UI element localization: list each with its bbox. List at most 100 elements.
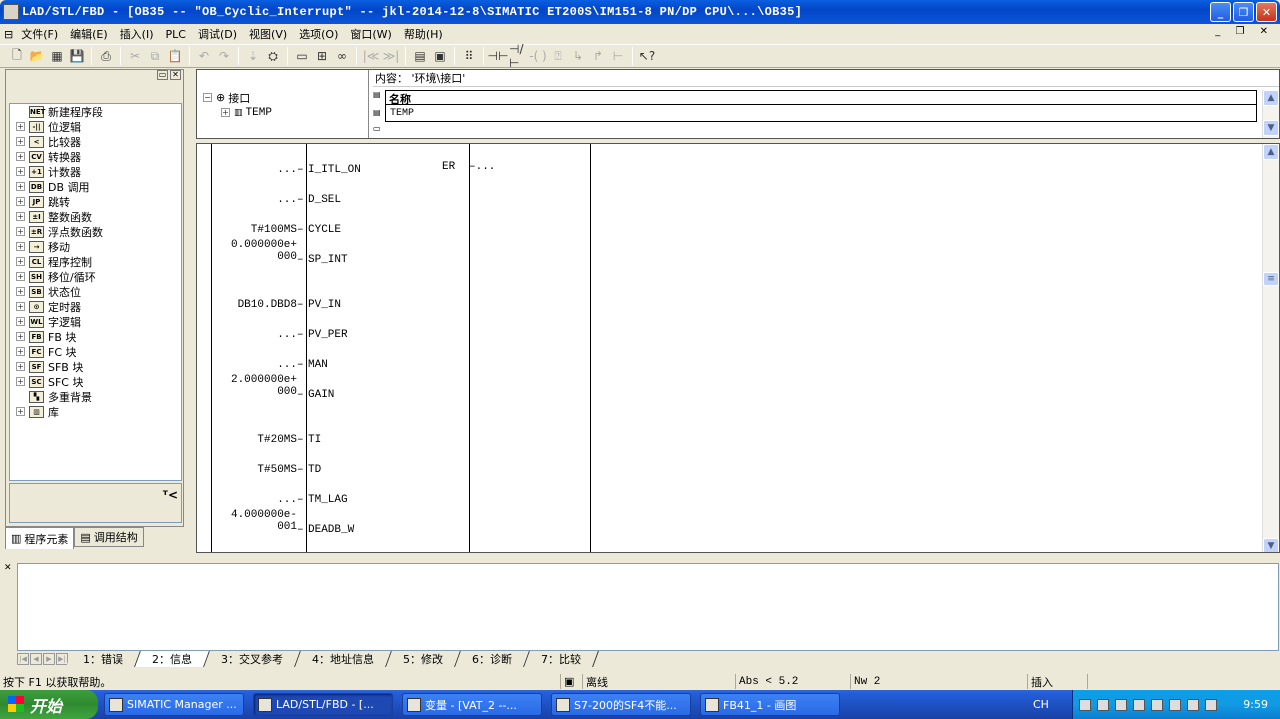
pin-value[interactable]: 4.000000e- 001 — [217, 509, 297, 533]
tree-item[interactable]: + WL 字逻辑 — [10, 314, 181, 329]
minimize-button[interactable]: _ — [1210, 2, 1231, 22]
mdi-child-icon[interactable]: ⊟ — [0, 28, 15, 41]
app-icon[interactable] — [3, 4, 19, 20]
close-button[interactable]: ✕ — [1256, 2, 1277, 22]
pin-value[interactable]: T#100MS — [217, 224, 297, 236]
accessible-nodes-icon[interactable]: ▦ — [48, 47, 66, 65]
scroll-down-icon[interactable]: ▼ — [1263, 120, 1279, 136]
first-tab-icon[interactable]: |◀ — [17, 653, 29, 665]
expand-icon[interactable]: + — [16, 302, 25, 311]
task-variable-table[interactable]: 变量 - [VAT_2 --... — [402, 693, 542, 716]
pin-value[interactable]: ... — [217, 359, 297, 371]
menu-debug[interactable]: 调试(D) — [192, 26, 243, 42]
tree-item[interactable]: + → 移动 — [10, 239, 181, 254]
expand-icon[interactable]: + — [16, 362, 25, 371]
tray-icon[interactable] — [1133, 698, 1145, 711]
cut-icon[interactable]: ✂ — [126, 47, 144, 65]
message-panel-close-icon[interactable]: ✕ — [4, 563, 12, 573]
expand-icon[interactable]: + — [16, 152, 25, 161]
overview-icon[interactable]: ▭ — [293, 47, 311, 65]
expand-icon[interactable]: + — [16, 182, 25, 191]
tab-errors[interactable]: 1：错误 — [66, 651, 141, 667]
tree-item[interactable]: + < 比较器 — [10, 134, 181, 149]
pin-value[interactable]: T#20MS — [217, 434, 297, 446]
scroll-up-icon[interactable]: ▲ — [1263, 90, 1279, 106]
pin-value[interactable]: ... — [217, 329, 297, 341]
paste-icon[interactable]: 📋 — [166, 47, 184, 65]
details-icon[interactable]: ▣ — [431, 47, 449, 65]
pin-value[interactable]: ... — [217, 494, 297, 506]
copy-icon[interactable]: ⧉ — [146, 47, 164, 65]
expand-icon[interactable]: + — [16, 197, 25, 206]
interface-scrollbar[interactable]: ▲ ▼ — [1262, 90, 1279, 138]
column-header-name[interactable]: 名称 — [385, 90, 1257, 106]
tree-item[interactable]: NET 新建程序段 — [10, 104, 181, 119]
next-tab-icon[interactable]: ▶ — [43, 653, 55, 665]
save-icon[interactable]: 💾 — [68, 47, 86, 65]
interface-row-temp[interactable]: TEMP — [385, 105, 1257, 122]
tab-diagnostics[interactable]: 6：诊断 — [455, 651, 530, 667]
code-scrollbar[interactable]: ▲ ≡ ▼ — [1262, 144, 1279, 552]
expand-icon[interactable]: + — [16, 347, 25, 356]
menu-insert[interactable]: 插入(I) — [114, 26, 160, 42]
mdi-window-controls[interactable]: _ ❐ ✕ — [1215, 26, 1274, 37]
empty-box-icon[interactable]: ⍰ — [549, 47, 567, 65]
expand-icon[interactable]: + — [16, 212, 25, 221]
pin-value[interactable]: ... — [217, 164, 297, 176]
print-icon[interactable]: ⎙ — [97, 47, 115, 65]
network-icon[interactable]: ⊞ — [313, 47, 331, 65]
tree-item[interactable]: + FC FC 块 — [10, 344, 181, 359]
normally-closed-contact-icon[interactable]: ⊣/⊢ — [509, 42, 527, 70]
pin-value[interactable]: T#50MS — [217, 464, 297, 476]
coil-icon[interactable]: -( ) — [529, 47, 547, 65]
tree-item[interactable]: + FB FB 块 — [10, 329, 181, 344]
tree-item[interactable]: + ▥ 库 — [10, 404, 181, 419]
tree-item[interactable]: + -|| 位逻辑 — [10, 119, 181, 134]
expand-icon[interactable]: + — [16, 137, 25, 146]
tree-item[interactable]: + SB 状态位 — [10, 284, 181, 299]
tray-icon[interactable] — [1187, 698, 1199, 711]
menu-view[interactable]: 视图(V) — [243, 26, 293, 42]
connection-icon[interactable]: ⊢ — [609, 47, 627, 65]
menu-window[interactable]: 窗口(W) — [344, 26, 397, 42]
tree-item[interactable]: + JP 跳转 — [10, 194, 181, 209]
tray-icon[interactable] — [1079, 698, 1091, 711]
collapse-icon[interactable]: − — [203, 93, 212, 102]
tree-item[interactable]: + DB DB 调用 — [10, 179, 181, 194]
expand-icon[interactable]: + — [16, 317, 25, 326]
panel-pin-icon[interactable]: ▭ — [157, 70, 168, 80]
task-simatic-manager[interactable]: SIMATIC Manager ... — [104, 693, 244, 716]
tray-icon[interactable] — [1151, 698, 1163, 711]
tree-item[interactable]: + ±I 整数函数 — [10, 209, 181, 224]
new-icon[interactable]: 🗋 — [8, 47, 26, 65]
tab-program-elements[interactable]: ▥ 程序元素 — [5, 527, 75, 549]
prev-tab-icon[interactable]: ◀ — [30, 653, 42, 665]
expand-icon[interactable]: + — [16, 122, 25, 131]
tree-item[interactable]: + SC SFC 块 — [10, 374, 181, 389]
menu-edit[interactable]: 编辑(E) — [64, 26, 114, 42]
restore-button[interactable]: ❐ — [1233, 2, 1254, 22]
menu-options[interactable]: 选项(O) — [293, 26, 344, 42]
tray-icon[interactable] — [1097, 698, 1109, 711]
next-network-icon[interactable]: ≫| — [382, 47, 400, 65]
tree-item[interactable]: + SF SFB 块 — [10, 359, 181, 374]
close-branch-icon[interactable]: ↱ — [589, 47, 607, 65]
panel-close-icon[interactable]: ✕ — [170, 70, 181, 80]
expand-icon[interactable]: + — [16, 242, 25, 251]
tab-call-structure[interactable]: ▤ 调用结构 — [74, 527, 144, 547]
output-pin-value[interactable]: –... — [469, 161, 495, 173]
glasses-icon[interactable]: ∞ — [333, 47, 351, 65]
expand-icon[interactable]: + — [16, 332, 25, 341]
tree-item[interactable]: + ±R 浮点数函数 — [10, 224, 181, 239]
expand-icon[interactable]: + — [16, 377, 25, 386]
menu-file[interactable]: 文件(F) — [15, 26, 64, 42]
start-button[interactable]: 开始 — [0, 690, 98, 719]
open-icon[interactable]: 📂 — [28, 47, 46, 65]
pin-value[interactable]: DB10.DBD8 — [217, 299, 297, 311]
tree-item[interactable]: + CV 转换器 — [10, 149, 181, 164]
tree-item[interactable]: + CL 程序控制 — [10, 254, 181, 269]
menu-help[interactable]: 帮助(H) — [398, 26, 449, 42]
tab-compare[interactable]: 7：比较 — [524, 651, 599, 667]
program-elements-icon[interactable]: ▤ — [411, 47, 429, 65]
insert-element-icon[interactable]: ᵀ< — [163, 488, 178, 502]
